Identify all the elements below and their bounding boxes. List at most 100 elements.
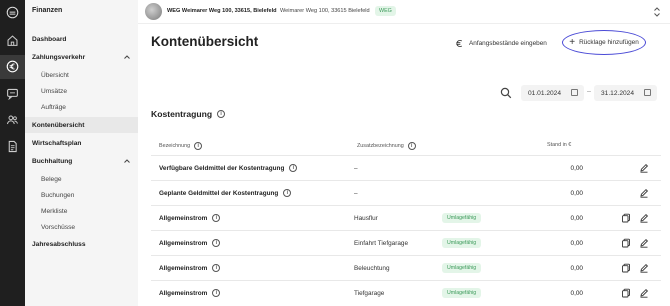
edit-icon[interactable] [639, 213, 649, 223]
row-name: Geplante Geldmittel der Kostentragung i [159, 181, 292, 205]
section-title: Kostentragung i [151, 109, 226, 119]
sidebar-item-label: Aufträge [41, 103, 66, 111]
search-icon[interactable] [500, 86, 512, 99]
info-icon[interactable]: i [194, 142, 203, 150]
column-header-label: Zusatzbezeichnung [357, 143, 404, 149]
copy-icon[interactable] [621, 263, 631, 273]
row-tag: Umlagefähig [442, 206, 482, 230]
copy-icon[interactable] [621, 238, 631, 248]
chat-icon[interactable] [4, 85, 21, 102]
chevron-up-icon [124, 55, 130, 59]
row-amount: 0,00 [570, 189, 583, 197]
sidebar-item-label: Dashboard [32, 35, 67, 43]
row-zusatz: Beleuchtung [354, 264, 390, 272]
edit-icon[interactable] [639, 163, 649, 173]
table-row[interactable]: Allgemeinstrom i Tiefgarage Umlagefähig 0… [151, 280, 661, 305]
row-name: Allgemeinstrom i [159, 256, 221, 280]
sidebar-item-wirtschaftsplan[interactable]: Wirtschaftsplan [25, 135, 138, 151]
sidebar-item-label: Buchhaltung [32, 157, 73, 165]
info-icon[interactable]: i [407, 142, 416, 150]
property-avatar [145, 3, 162, 20]
info-icon[interactable]: i [212, 264, 221, 272]
icon-rail [0, 0, 25, 306]
row-zusatz: Einfahrt Tiefgarage [354, 239, 408, 247]
chevron-updown-icon[interactable] [653, 6, 661, 18]
sidebar-item-buchungen[interactable]: Buchungen [25, 187, 138, 203]
sidebar-item-umsaetze[interactable]: Umsätze [25, 83, 138, 99]
euro-icon[interactable] [4, 58, 21, 75]
edit-icon[interactable] [639, 288, 649, 298]
row-amount: 0,00 [570, 214, 583, 222]
info-icon[interactable]: i [212, 214, 221, 222]
sidebar-item-label: Kontenübersicht [32, 121, 85, 129]
row-zusatz: – [354, 189, 358, 197]
property-selector[interactable]: WEG Weimarer Weg 100, 33615, Bielefeld W… [138, 0, 670, 24]
table-row[interactable]: Geplante Geldmittel der Kostentragung i –… [151, 180, 661, 205]
sidebar-item-merkliste[interactable]: Merkliste [25, 203, 138, 219]
date-from-value: 01.01.2024 [528, 89, 562, 97]
info-icon[interactable]: i [289, 164, 298, 172]
row-name: Allgemeinstrom i [159, 231, 221, 255]
document-icon[interactable] [4, 138, 21, 155]
table-row[interactable]: Allgemeinstrom i Beleuchtung Umlagefähig … [151, 255, 661, 280]
sidebar-item-zahlungsverkehr[interactable]: Zahlungsverkehr [25, 49, 138, 65]
row-tag: Umlagefähig [442, 281, 482, 305]
copy-icon[interactable] [621, 213, 631, 223]
info-icon[interactable]: i [212, 239, 221, 247]
info-icon[interactable]: i [283, 189, 292, 197]
sidebar: Finanzen Dashboard Zahlungsverkehr Übers… [25, 0, 138, 306]
edit-icon[interactable] [639, 238, 649, 248]
row-amount: 0,00 [570, 264, 583, 272]
sidebar-item-label: Belege [41, 175, 62, 183]
logo-icon[interactable] [4, 4, 21, 21]
date-separator: – [587, 88, 591, 95]
table-row[interactable]: Allgemeinstrom i Einfahrt Tiefgarage Umla… [151, 230, 661, 255]
property-name: WEG Weimarer Weg 100, 33615, Bielefeld [167, 8, 277, 14]
sidebar-item-uebersicht[interactable]: Übersicht [25, 67, 138, 83]
sidebar-item-kontenuebersicht[interactable]: Kontenübersicht [25, 117, 138, 133]
sidebar-title: Finanzen [32, 7, 63, 14]
row-name: Allgemeinstrom i [159, 281, 221, 305]
home-icon[interactable] [4, 32, 21, 49]
anfangsbestaende-button[interactable]: Anfangsbestände eingeben [455, 36, 547, 50]
edit-icon[interactable] [639, 263, 649, 273]
sidebar-item-label: Merkliste [41, 207, 68, 215]
edit-icon[interactable] [639, 188, 649, 198]
sidebar-item-label: Umsätze [41, 87, 68, 95]
column-header-label: Bezeichnung [159, 143, 191, 149]
page-title: Kontenübersicht [151, 34, 259, 49]
sidebar-item-jahresabschluss[interactable]: Jahresabschluss [25, 236, 138, 252]
sidebar-item-label: Zahlungsverkehr [32, 53, 86, 61]
calendar-icon [571, 89, 578, 96]
umlagefaehig-badge: Umlagefähig [442, 263, 482, 273]
sidebar-item-label: Wirtschaftsplan [32, 139, 82, 147]
sidebar-item-label: Vorschüsse [41, 223, 76, 231]
row-amount: 0,00 [570, 289, 583, 297]
row-name-text: Allgemeinstrom [159, 239, 208, 247]
copy-icon[interactable] [621, 288, 631, 298]
sidebar-item-dashboard[interactable]: Dashboard [25, 31, 138, 47]
property-address: Weimarer Weg 100, 33615 Bielefeld [280, 8, 370, 14]
sidebar-item-auftraege[interactable]: Aufträge [25, 99, 138, 115]
sidebar-item-belege[interactable]: Belege [25, 171, 138, 187]
table-row[interactable]: Allgemeinstrom i Hausflur Umlagefähig 0,0… [151, 205, 661, 230]
row-zusatz: Hausflur [354, 214, 378, 222]
date-from-field[interactable]: 01.01.2024 [521, 85, 584, 101]
sidebar-item-buchhaltung[interactable]: Buchhaltung [25, 153, 138, 169]
row-zusatz: – [354, 164, 358, 172]
row-name-text: Allgemeinstrom [159, 264, 208, 272]
info-icon[interactable]: i [217, 110, 226, 118]
info-icon[interactable]: i [212, 289, 221, 297]
umlagefaehig-badge: Umlagefähig [442, 213, 482, 223]
ruecklage-hinzufuegen-button[interactable]: + Rücklage hinzufügen [562, 30, 646, 55]
umlagefaehig-badge: Umlagefähig [442, 288, 482, 298]
row-tag: Umlagefähig [442, 256, 482, 280]
euro-icon [456, 39, 463, 47]
row-amount: 0,00 [570, 239, 583, 247]
users-icon[interactable] [4, 111, 21, 128]
sidebar-item-vorschuesse[interactable]: Vorschüsse [25, 219, 138, 235]
table-row[interactable]: Verfügbare Geldmittel der Kostentragung i… [151, 155, 661, 180]
date-to-field[interactable]: 31.12.2024 [594, 85, 657, 101]
row-name-text: Allgemeinstrom [159, 214, 208, 222]
sidebar-item-label: Buchungen [41, 191, 75, 199]
